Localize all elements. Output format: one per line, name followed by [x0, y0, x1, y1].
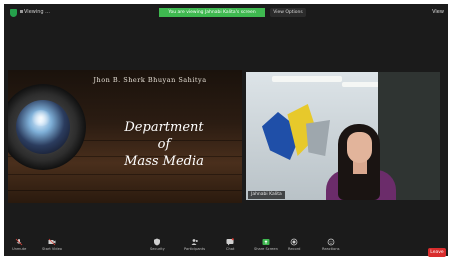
video-camera-icon [48, 238, 56, 246]
record-button[interactable]: Record [288, 238, 300, 251]
share-screen-label: Share Screen [254, 247, 278, 251]
meeting-toolbar: Unmute Start Video Security Participants [4, 237, 448, 256]
zoom-window: Viewing ... You are viewing Jahnabi Kali… [4, 4, 448, 256]
view-options-button[interactable]: View Options [270, 8, 306, 17]
reactions-label: Reactions [322, 247, 340, 251]
slide-title-line-1: Department [124, 120, 204, 135]
chat-label: Chat [226, 247, 235, 251]
lens-reflection [30, 110, 52, 126]
security-shield-icon [154, 238, 161, 246]
security-label: Security [150, 247, 165, 251]
leave-button[interactable]: Leave [428, 248, 446, 257]
microphone-icon [15, 238, 23, 246]
ceiling-light [342, 82, 382, 87]
slide-header: Jhon B. Sherk Bhuyan Sahitya [93, 76, 207, 84]
presenter-face [347, 132, 372, 163]
chat-bubble-icon [226, 238, 235, 246]
ceiling-light [272, 76, 342, 82]
record-label: Record [288, 247, 301, 251]
video-label: Start Video [42, 247, 62, 251]
screen-share-banner: You are viewing Jahnabi Kalita's screen [159, 8, 265, 17]
plank-line [8, 190, 242, 191]
participants-button[interactable]: Participants [184, 238, 205, 251]
grid-icon [20, 10, 23, 13]
participant-video-tile[interactable]: Jahnabi Kalita [246, 72, 440, 200]
mute-button[interactable]: Unmute [12, 238, 26, 251]
top-bar: Viewing ... You are viewing Jahnabi Kali… [4, 4, 448, 22]
security-button[interactable]: Security [150, 238, 165, 251]
share-screen-icon [262, 239, 270, 245]
shared-screen: Jhon B. Sherk Bhuyan Sahitya Department … [8, 70, 242, 203]
shield-icon[interactable] [10, 9, 17, 17]
participant-name-label: Jahnabi Kalita [248, 191, 285, 199]
record-icon [290, 238, 298, 246]
video-button[interactable]: Start Video [42, 238, 62, 251]
plank-line [8, 174, 242, 175]
participants-icon [191, 239, 198, 245]
participants-label: Participants [184, 247, 206, 251]
reactions-button[interactable]: Reactions [322, 238, 339, 251]
window-label: Viewing ... [24, 9, 50, 15]
view-button[interactable]: View [432, 8, 444, 17]
mute-label: Unmute [12, 247, 27, 251]
lens-glass [16, 100, 70, 154]
chat-button[interactable]: Chat [226, 238, 234, 251]
share-screen-button[interactable]: Share Screen [254, 238, 278, 251]
slide-title-line-3: Mass Media [124, 154, 204, 169]
smiley-icon [327, 238, 335, 246]
slide-title-line-2: of [157, 137, 171, 152]
